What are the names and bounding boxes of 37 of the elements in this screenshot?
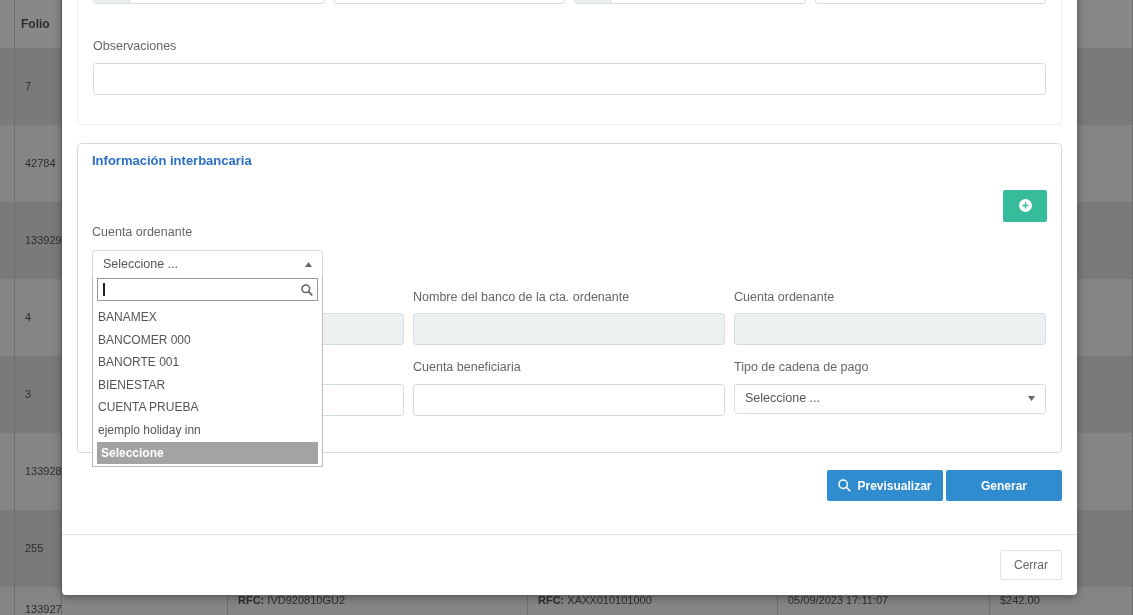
- field-label: Cuenta ordenante: [734, 289, 835, 304]
- dropdown-option[interactable]: BANCOMER 000: [97, 328, 318, 352]
- table-cell: 4: [15, 279, 62, 356]
- dropdown-option[interactable]: CUENTA PRUEBA: [97, 396, 318, 419]
- section-title: Información interbancaria: [91, 152, 253, 170]
- dropdown-option[interactable]: BANORTE 001: [97, 351, 318, 374]
- table-cell: 133929: [15, 202, 62, 279]
- text-cursor: [103, 283, 105, 296]
- field-label: Tipo de cadena de pago: [734, 359, 869, 374]
- table-cell: 3: [15, 356, 62, 433]
- table-cell: 7: [15, 48, 62, 125]
- preview-button[interactable]: Previsualizar: [827, 470, 943, 501]
- close-button[interactable]: Cerrar: [1000, 550, 1062, 580]
- input-field[interactable]: [413, 383, 725, 416]
- generate-button[interactable]: Generar: [946, 470, 1062, 501]
- plus-circle-icon: [1018, 199, 1032, 212]
- select-field[interactable]: Seleccione ...: [734, 383, 1046, 414]
- add-button[interactable]: [1003, 189, 1047, 222]
- dropdown-option[interactable]: ejemplo holiday inn: [97, 418, 318, 442]
- column-header: Folio: [15, 0, 62, 48]
- table-cell: 133927: [15, 587, 62, 615]
- caret-down-icon: [1028, 396, 1035, 401]
- search-icon: [301, 283, 313, 296]
- table-cell: 255: [15, 510, 62, 587]
- dropdown-option[interactable]: BANAMEX: [97, 306, 318, 329]
- caret-up-icon: [305, 262, 312, 267]
- column-header: [0, 0, 15, 48]
- text-area[interactable]: [93, 63, 1046, 95]
- field-label: Nombre del banco de la cta. ordenante: [413, 289, 630, 304]
- field-label: Cuenta beneficiaria: [413, 359, 521, 374]
- search-field[interactable]: [97, 278, 318, 301]
- table-cell: 42784: [15, 125, 62, 202]
- field-label: Cuenta ordenante: [92, 223, 193, 240]
- search-icon: [838, 479, 852, 492]
- dropdown-option[interactable]: BIENESTAR: [97, 373, 318, 397]
- field-label: Observaciones: [93, 38, 177, 54]
- table-cell: 133928: [15, 433, 62, 510]
